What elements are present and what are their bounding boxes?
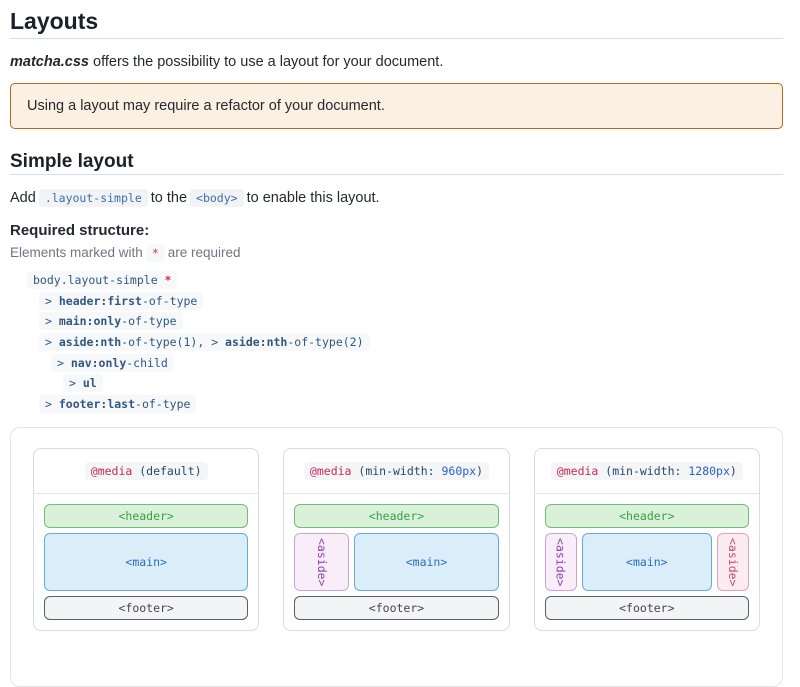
layout-row: <footer> (44, 596, 249, 621)
required-note: Elements marked with * are required (10, 244, 783, 262)
required-note-suffix: are required (167, 245, 241, 260)
layout-row: <main> (44, 533, 249, 592)
structure-tree: body.layout-simple * > header:first-of-ty… (10, 270, 783, 414)
structure-line: > nav:only-child (10, 352, 783, 373)
layout-row: <aside> <main> (294, 533, 499, 592)
structure-line: > main:only-of-type (10, 311, 783, 332)
media-query-code: @media (min-width: 1280px) (550, 462, 743, 481)
aside2-box: <aside> (716, 533, 749, 592)
main-box: <main> (44, 533, 249, 592)
intro-text: offers the possibility to use a layout f… (89, 54, 444, 70)
selector-code: > aside:nth-of-type(1), > aside:nth-of-t… (39, 333, 370, 352)
layout-row: <footer> (544, 596, 749, 621)
main-box: <main> (354, 533, 499, 592)
app-name: matcha.css (10, 54, 89, 70)
inline-code-layout-simple: .layout-simple (38, 189, 148, 207)
structure-line: > aside:nth-of-type(1), > aside:nth-of-t… (10, 332, 783, 353)
add-prefix: Add (10, 190, 36, 206)
structure-line: > header:first-of-type (10, 291, 783, 312)
docs-page: Layouts matcha.css offers the possibilit… (0, 8, 800, 687)
inline-code-body-tag: <body> (190, 189, 244, 207)
required-note-prefix: Elements marked with (10, 245, 143, 260)
layout-row: <footer> (294, 596, 499, 621)
media-card-body: <header> <aside> <main> <aside> <footer> (535, 494, 759, 630)
footer-box: <footer> (44, 596, 249, 621)
warning-text: Using a layout may require a refactor of… (27, 98, 385, 114)
header-box: <header> (544, 504, 749, 529)
page-title: Layouts (10, 8, 783, 39)
section-title: Simple layout (10, 152, 783, 175)
media-card-header: @media (min-width: 960px) (284, 449, 509, 495)
media-query-code: @media (min-width: 960px) (303, 462, 490, 481)
selector-code: body.layout-simple * (27, 271, 178, 290)
layout-demo-container: @media (default) <header> <main> <footer> @m… (10, 427, 783, 687)
footer-box: <footer> (294, 596, 499, 621)
structure-line: > footer:last-of-type (10, 394, 783, 415)
required-asterisk: * (157, 273, 172, 288)
media-card-header: @media (default) (34, 449, 259, 495)
add-instruction: Add .layout-simple to the <body> to enable t… (10, 188, 783, 209)
selector-code: > ul (63, 374, 103, 393)
aside1-box: <aside> (544, 533, 577, 592)
aside1-box: <aside> (294, 533, 350, 592)
media-card-body: <header> <aside> <main> <footer> (284, 494, 508, 630)
add-middle: to the (150, 190, 188, 206)
layout-row: <header> (44, 504, 249, 529)
layout-row: <header> (544, 504, 749, 529)
warning-note: Using a layout may require a refactor of… (10, 83, 783, 129)
layout-row: <header> (294, 504, 499, 529)
selector-code: > header:first-of-type (39, 291, 204, 310)
selector-code: > footer:last-of-type (39, 394, 197, 413)
add-suffix: to enable this layout. (246, 190, 380, 206)
media-card-body: <header> <main> <footer> (34, 494, 258, 630)
header-box: <header> (294, 504, 499, 529)
structure-line: body.layout-simple * (10, 270, 783, 291)
media-card-header: @media (min-width: 1280px) (534, 449, 759, 495)
structure-line: > ul (10, 373, 783, 394)
layout-row: <aside> <main> <aside> (544, 533, 749, 592)
intro-paragraph: matcha.css offers the possibility to use… (10, 52, 783, 72)
media-query-code: @media (default) (84, 462, 208, 481)
main-box: <main> (581, 533, 712, 592)
required-structure-label: Required structure: (10, 222, 150, 239)
header-box: <header> (44, 504, 249, 529)
selector-code: > nav:only-child (51, 353, 174, 372)
required-asterisk: * (145, 244, 165, 262)
footer-box: <footer> (544, 596, 749, 621)
selector-code: > main:only-of-type (39, 312, 183, 331)
